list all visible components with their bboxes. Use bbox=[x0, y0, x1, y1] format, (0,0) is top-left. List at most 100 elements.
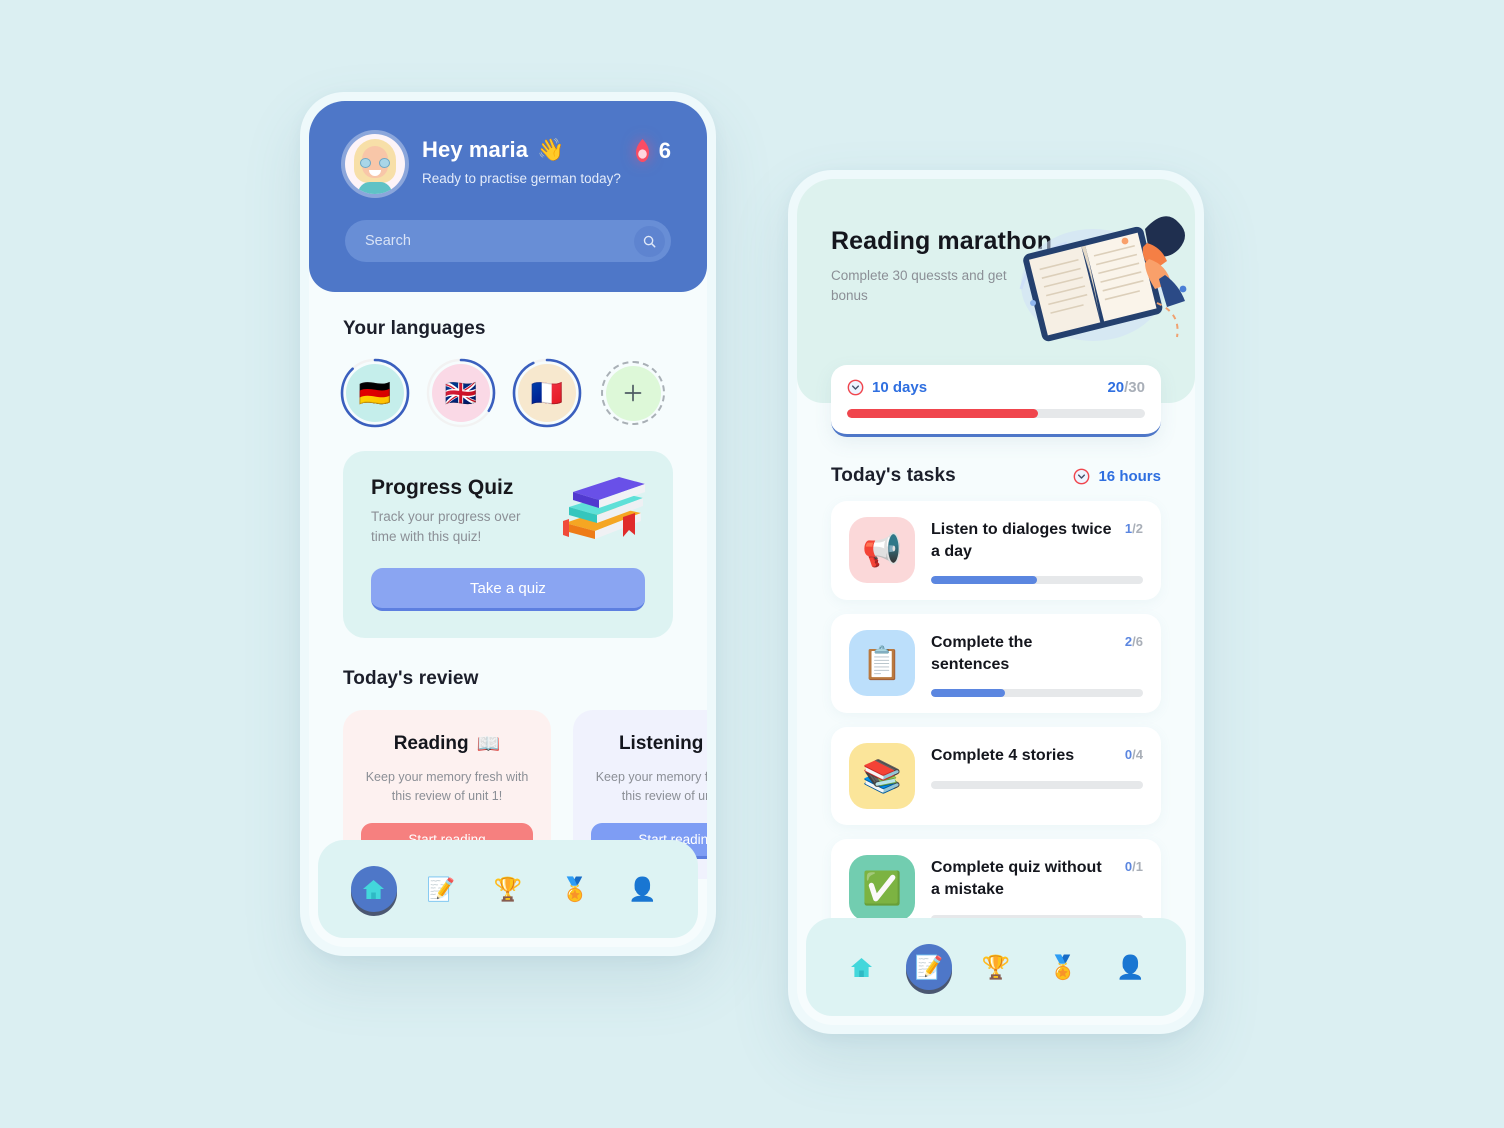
reading-marathon-hero: Reading marathon Complete 30 quessts and… bbox=[797, 179, 1195, 437]
flame-icon bbox=[633, 139, 652, 163]
stacked-books-icon bbox=[555, 473, 647, 552]
task-count-total: /4 bbox=[1132, 747, 1143, 763]
header-top-row: Hey maria 👋 Ready to practise german tod… bbox=[345, 134, 671, 194]
person-icon: 👤 bbox=[628, 875, 657, 902]
plus-icon bbox=[624, 384, 642, 402]
bottom-tabbar-right: 📝 🏆 🏅 👤 bbox=[806, 918, 1186, 1016]
tab-profile[interactable]: 👤 bbox=[1107, 944, 1153, 990]
tab-profile[interactable]: 👤 bbox=[619, 866, 665, 912]
task-row[interactable]: 📢 Listen to dialoges twice a day 1/2 bbox=[831, 501, 1161, 601]
review-title-reading: Reading bbox=[393, 733, 469, 755]
clipboard-icon: 📝 bbox=[426, 875, 456, 902]
phone-left: Hey maria 👋 Ready to practise german tod… bbox=[300, 92, 716, 956]
languages-row: 🇩🇪 🇬🇧 🇫🇷 bbox=[340, 358, 673, 428]
review-description-listening: Keep your memory fresh with this review … bbox=[595, 770, 707, 803]
greeting-block: Hey maria 👋 Ready to practise german tod… bbox=[422, 134, 633, 186]
streak-badge: 6 bbox=[633, 134, 671, 164]
search-button[interactable] bbox=[634, 225, 665, 257]
phone-left-screen: Hey maria 👋 Ready to practise german tod… bbox=[309, 101, 707, 947]
home-icon bbox=[851, 957, 873, 977]
time-remaining-label: 16 hours bbox=[1098, 467, 1161, 485]
avatar-collar bbox=[358, 182, 392, 194]
tab-tasks[interactable]: 📝 bbox=[905, 944, 952, 990]
phone-right: Reading marathon Complete 30 quessts and… bbox=[788, 170, 1204, 1034]
add-language-button[interactable] bbox=[601, 361, 665, 425]
languages-heading: Your languages bbox=[343, 318, 486, 339]
marathon-progress-header: 10 days 20/30 bbox=[847, 379, 1145, 396]
task-title-row: Complete 4 stories 0/4 bbox=[931, 745, 1143, 767]
megaphone-icon: 📢 bbox=[849, 517, 915, 583]
task-count: 1/2 bbox=[1125, 519, 1143, 536]
tab-achievements[interactable]: 🏆 bbox=[973, 944, 1019, 990]
languages-section: Your languages 🇩🇪 🇬🇧 🇫🇷 bbox=[340, 292, 673, 428]
podium-icon: 🏅 bbox=[1048, 953, 1078, 980]
task-title-row: Complete quiz without a mistake 0/1 bbox=[931, 857, 1143, 900]
quiz-description: Track your progress over time with this … bbox=[371, 509, 521, 544]
tab-home[interactable] bbox=[350, 866, 397, 912]
task-count-total: /1 bbox=[1132, 859, 1143, 875]
review-description-reading: Keep your memory fresh with this review … bbox=[365, 770, 529, 803]
task-content: Complete the sentences 2/6 bbox=[931, 630, 1143, 698]
tab-leaderboard[interactable]: 🏅 bbox=[1040, 944, 1086, 990]
task-count: 0/1 bbox=[1125, 857, 1143, 874]
waving-hand-icon: 👋 bbox=[537, 137, 565, 162]
progress-ring-english bbox=[426, 358, 496, 428]
avatar[interactable] bbox=[345, 134, 405, 194]
bottom-tabbar-left: 📝 🏆 🏅 👤 bbox=[318, 840, 698, 938]
take-a-quiz-button[interactable]: Take a quiz bbox=[371, 568, 645, 612]
language-french[interactable]: 🇫🇷 bbox=[512, 358, 582, 428]
greeting-subtitle: Ready to practise german today? bbox=[422, 171, 621, 186]
task-name: Complete 4 stories bbox=[931, 747, 1075, 765]
task-name: Complete the sentences bbox=[931, 634, 1033, 673]
books-icon: 📚 bbox=[849, 743, 915, 810]
task-title-row: Complete the sentences 2/6 bbox=[931, 632, 1143, 675]
tab-home[interactable] bbox=[839, 944, 885, 990]
task-content: Complete quiz without a mistake 0/1 bbox=[931, 855, 1143, 923]
task-count-total: /2 bbox=[1132, 521, 1143, 536]
tab-tasks[interactable]: 📝 bbox=[418, 866, 464, 912]
task-row[interactable]: 📋 Complete the sentences 2/6 bbox=[831, 614, 1161, 714]
language-german[interactable]: 🇩🇪 bbox=[340, 358, 410, 428]
clipboard-icon: 📋 bbox=[849, 630, 915, 697]
marathon-days-label: 10 days bbox=[872, 379, 928, 396]
open-book-icon: 📖 bbox=[476, 734, 501, 756]
task-progress-bar bbox=[931, 689, 1143, 698]
language-english[interactable]: 🇬🇧 bbox=[426, 358, 496, 428]
task-count: 0/4 bbox=[1125, 745, 1143, 762]
marathon-count-total: /30 bbox=[1124, 379, 1145, 396]
task-count: 2/6 bbox=[1125, 632, 1143, 649]
todays-tasks-header: Today's tasks 16 hours bbox=[831, 465, 1161, 487]
tab-achievements[interactable]: 🏆 bbox=[485, 866, 531, 912]
tab-leaderboard[interactable]: 🏅 bbox=[552, 866, 598, 912]
task-content: Listen to dialoges twice a day 1/2 bbox=[931, 517, 1143, 585]
trophy-icon: 🏆 bbox=[981, 953, 1011, 980]
task-row[interactable]: 📚 Complete 4 stories 0/4 bbox=[831, 727, 1161, 826]
review-card-title-row: Reading 📖 bbox=[361, 732, 533, 756]
time-remaining: 16 hours bbox=[1073, 468, 1161, 485]
todays-review-heading: Today's review bbox=[343, 668, 479, 690]
progress-ring-french bbox=[512, 358, 582, 428]
marathon-count: 20/30 bbox=[1107, 379, 1145, 396]
task-progress-bar bbox=[931, 576, 1143, 585]
check-chat-icon: ✅ bbox=[849, 855, 915, 922]
marathon-progress-bar bbox=[847, 409, 1145, 418]
search-input[interactable] bbox=[365, 233, 634, 249]
home-header: Hey maria 👋 Ready to practise german tod… bbox=[309, 101, 707, 292]
marathon-days: 10 days bbox=[847, 379, 927, 396]
review-title-listening: Listening bbox=[618, 733, 704, 755]
search-bar[interactable] bbox=[345, 220, 671, 262]
avatar-glasses bbox=[360, 158, 390, 168]
task-count-total: /6 bbox=[1132, 634, 1143, 650]
marathon-count-current: 20 bbox=[1107, 379, 1125, 396]
home-body: Your languages 🇩🇪 🇬🇧 🇫🇷 Progress Quiz Tr… bbox=[309, 292, 707, 879]
tasks-body: Today's tasks 16 hours 📢 Listen to dialo… bbox=[797, 403, 1195, 939]
add-language-disc bbox=[605, 365, 661, 421]
greeting-line: Hey maria 👋 bbox=[422, 137, 633, 163]
todays-tasks-heading: Today's tasks bbox=[831, 465, 956, 486]
task-name: Listen to dialoges twice a day bbox=[931, 521, 1112, 560]
marathon-progress-card: 10 days 20/30 bbox=[831, 365, 1161, 437]
task-content: Complete 4 stories 0/4 bbox=[931, 743, 1143, 789]
progress-ring-german bbox=[340, 358, 410, 428]
task-name: Complete quiz without a mistake bbox=[931, 859, 1102, 898]
open-book-reader-illustration bbox=[997, 193, 1193, 368]
